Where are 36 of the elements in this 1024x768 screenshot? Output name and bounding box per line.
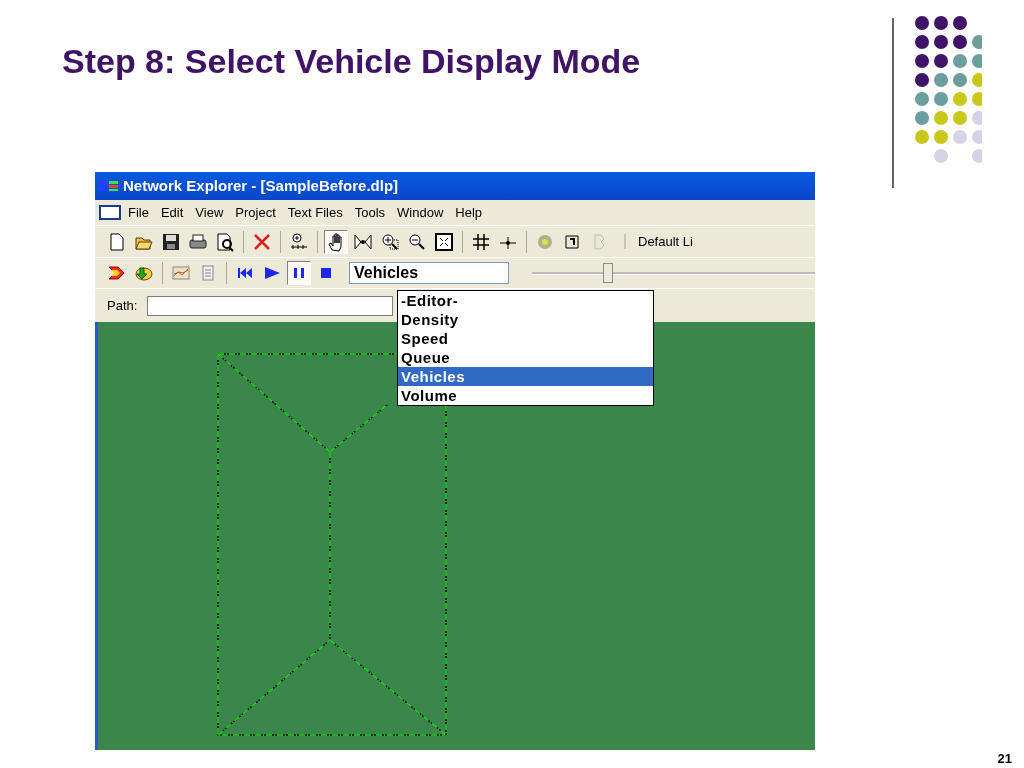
list-option[interactable]: Speed: [398, 329, 653, 348]
list-option[interactable]: Density: [398, 310, 653, 329]
slide-title: Step 8: Select Vehicle Display Mode: [62, 42, 642, 82]
list-option[interactable]: Volume: [398, 386, 653, 405]
zoom-in-icon: [380, 231, 400, 252]
menu-item[interactable]: Tools: [349, 204, 391, 220]
menu-item[interactable]: Edit: [155, 204, 189, 220]
add-node-icon: [289, 231, 309, 252]
path-field[interactable]: [147, 295, 394, 316]
fit-icon: [434, 231, 454, 252]
menu-item[interactable]: File: [123, 204, 154, 220]
path-label: Path:: [107, 298, 138, 314]
list-option[interactable]: Vehicles: [398, 367, 653, 386]
save-icon: [161, 231, 181, 252]
page-number: 21: [997, 751, 1012, 766]
display-mode-combo[interactable]: Vehicles: [349, 262, 509, 285]
slider-thumb[interactable]: [602, 263, 613, 284]
style-dropdown[interactable]: Default Li: [624, 234, 693, 250]
menu-item[interactable]: View: [190, 204, 229, 220]
app-logo-icon: [99, 178, 119, 193]
menu-item[interactable]: Help: [450, 204, 488, 220]
print-icon: [188, 231, 208, 252]
toolbar-button[interactable]: [324, 229, 348, 254]
menu-item[interactable]: Text Files: [282, 204, 348, 220]
list-option[interactable]: -Editor-: [398, 291, 653, 310]
menu-item[interactable]: Window: [392, 204, 449, 220]
new-icon: [107, 231, 127, 252]
window-icon[interactable]: [99, 204, 121, 221]
zoom-out-icon: [407, 231, 427, 252]
menu-item[interactable]: Project: [230, 204, 281, 220]
toolbar-button[interactable]: [287, 261, 311, 286]
window-title: Network Explorer - [SampleBefore.dlp]: [123, 177, 399, 195]
grid-icon: [471, 231, 491, 252]
preview-icon: [215, 231, 235, 252]
delete-icon: [252, 231, 272, 252]
list-option[interactable]: Queue: [398, 348, 653, 367]
